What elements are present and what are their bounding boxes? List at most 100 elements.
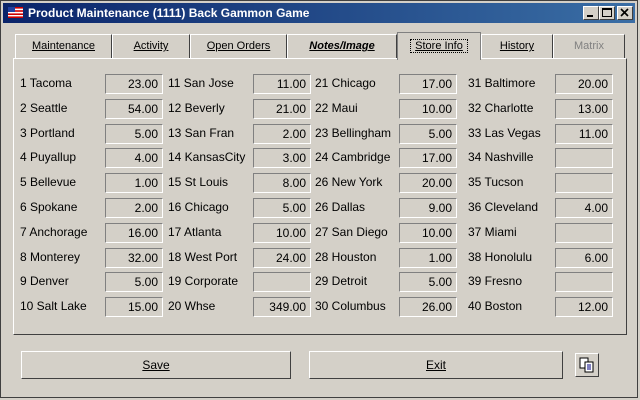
store-label: 23 Bellingham xyxy=(315,125,392,140)
window-title: Product Maintenance (1111) Back Gammon G… xyxy=(28,6,310,20)
title-bar[interactable]: Product Maintenance (1111) Back Gammon G… xyxy=(3,3,635,23)
store-quantity-field[interactable]: 5.00 xyxy=(105,272,163,293)
store-quantity-field[interactable]: 17.00 xyxy=(399,74,457,94)
store-label: 2 Seattle xyxy=(20,100,68,115)
store-quantity-field[interactable]: 13.00 xyxy=(555,98,613,119)
store-quantity-field[interactable]: 32.00 xyxy=(105,247,163,268)
store-label: 29 Detroit xyxy=(315,274,368,289)
product-maintenance-window: Product Maintenance (1111) Back Gammon G… xyxy=(0,0,638,398)
store-quantity-field[interactable]: 15.00 xyxy=(105,297,163,318)
store-label: 4 Puyallup xyxy=(20,150,77,165)
store-label: 39 Fresno xyxy=(468,274,523,289)
tab-open-orders[interactable]: Open Orders xyxy=(190,34,287,58)
store-quantity-field[interactable]: 24.00 xyxy=(253,247,311,268)
store-quantity-field[interactable]: 4.00 xyxy=(105,148,163,169)
tab-activity[interactable]: Activity xyxy=(112,34,190,58)
store-quantity-field[interactable]: 26.00 xyxy=(399,297,457,318)
store-quantity-field[interactable]: 16.00 xyxy=(105,222,163,243)
store-label: 31 Baltimore xyxy=(468,76,536,90)
store-label: 36 Cleveland xyxy=(468,200,539,214)
store-label: 37 Miami xyxy=(468,224,517,239)
store-quantity-field[interactable]: 5.00 xyxy=(253,198,311,218)
store-quantity-field[interactable]: 10.00 xyxy=(399,222,457,243)
exit-button[interactable]: Exit xyxy=(309,351,563,379)
close-icon xyxy=(620,8,629,17)
store-quantity-field[interactable] xyxy=(555,173,613,194)
store-label: 9 Denver xyxy=(20,274,69,289)
maximize-button[interactable] xyxy=(599,6,615,20)
store-label: 10 Salt Lake xyxy=(20,299,87,314)
store-quantity-field[interactable] xyxy=(555,272,613,293)
store-label: 22 Maui xyxy=(315,100,358,115)
store-quantity-field[interactable]: 17.00 xyxy=(399,148,457,169)
store-quantity-field[interactable]: 10.00 xyxy=(399,98,457,119)
copy-icon xyxy=(579,357,594,373)
store-label: 24 Cambridge xyxy=(315,150,391,165)
store-quantity-field[interactable]: 20.00 xyxy=(555,74,613,94)
store-label: 28 Houston xyxy=(315,249,377,264)
maximize-icon xyxy=(602,8,612,17)
save-label: Save xyxy=(142,358,170,372)
store-label: 27 San Diego xyxy=(315,224,388,239)
minimize-button[interactable] xyxy=(583,6,599,20)
store-quantity-field[interactable]: 349.00 xyxy=(253,297,311,318)
store-quantity-field[interactable]: 21.00 xyxy=(253,98,311,119)
store-quantity-field[interactable]: 5.00 xyxy=(399,123,457,144)
store-quantity-field[interactable]: 5.00 xyxy=(105,123,163,144)
store-label: 12 Beverly xyxy=(168,100,225,115)
flag-icon xyxy=(8,7,23,18)
store-label: 8 Monterey xyxy=(20,249,81,264)
tab-label: History xyxy=(499,40,535,52)
save-button[interactable]: Save xyxy=(21,351,291,379)
store-quantity-field[interactable]: 11.00 xyxy=(555,123,613,144)
copy-button[interactable] xyxy=(575,353,599,377)
store-label: 1 Tacoma xyxy=(20,76,72,90)
store-quantity-field[interactable]: 2.00 xyxy=(253,123,311,144)
store-quantity-field[interactable]: 10.00 xyxy=(253,222,311,243)
store-quantity-field[interactable]: 1.00 xyxy=(399,247,457,268)
tab-label: Store Info xyxy=(410,39,468,53)
store-quantity-field[interactable]: 4.00 xyxy=(555,198,613,218)
tab-matrix: Matrix xyxy=(553,34,625,58)
tab-label: Open Orders xyxy=(206,40,271,52)
store-quantity-field[interactable]: 23.00 xyxy=(105,74,163,94)
store-label: 14 KansasCity xyxy=(168,150,246,165)
store-quantity-field[interactable]: 5.00 xyxy=(399,272,457,293)
store-quantity-field[interactable] xyxy=(253,272,311,293)
store-quantity-field[interactable]: 9.00 xyxy=(399,198,457,218)
store-label: 18 West Port xyxy=(168,249,238,264)
store-label: 11 San Jose xyxy=(168,76,234,90)
store-label: 26 New York xyxy=(315,175,383,190)
store-label: 15 St Louis xyxy=(168,175,229,190)
tab-store-info[interactable]: Store Info xyxy=(397,32,481,60)
close-button[interactable] xyxy=(617,6,633,20)
tab-history[interactable]: History xyxy=(481,34,553,58)
store-label: 26 Dallas xyxy=(315,200,366,214)
store-quantity-field[interactable]: 54.00 xyxy=(105,98,163,119)
store-label: 34 Nashville xyxy=(468,150,534,165)
store-quantity-field[interactable]: 2.00 xyxy=(105,198,163,218)
minimize-icon xyxy=(587,15,593,17)
store-label: 19 Corporate xyxy=(168,274,239,289)
store-label: 6 Spokane xyxy=(20,200,78,214)
store-quantity-field[interactable]: 3.00 xyxy=(253,148,311,169)
store-quantity-field[interactable] xyxy=(555,222,613,243)
exit-label: Exit xyxy=(425,358,446,372)
store-label: 17 Atlanta xyxy=(168,224,222,239)
store-label: 16 Chicago xyxy=(168,200,229,214)
store-quantity-field[interactable]: 6.00 xyxy=(555,247,613,268)
store-quantity-field[interactable] xyxy=(555,148,613,169)
store-label: 33 Las Vegas xyxy=(468,125,541,140)
tab-maintenance[interactable]: Maintenance xyxy=(15,34,112,58)
store-quantity-field[interactable]: 12.00 xyxy=(555,297,613,318)
store-label: 20 Whse xyxy=(168,299,216,314)
tab-notes-image[interactable]: Notes/Image xyxy=(287,34,397,58)
store-quantity-field[interactable]: 1.00 xyxy=(105,173,163,194)
store-label: 21 Chicago xyxy=(315,76,376,90)
store-label: 35 Tucson xyxy=(468,175,524,190)
store-quantity-field[interactable]: 8.00 xyxy=(253,173,311,194)
store-quantity-field[interactable]: 20.00 xyxy=(399,173,457,194)
tab-label: Matrix xyxy=(574,40,604,52)
store-quantity-field[interactable]: 11.00 xyxy=(253,74,311,94)
store-label: 38 Honolulu xyxy=(468,249,533,264)
